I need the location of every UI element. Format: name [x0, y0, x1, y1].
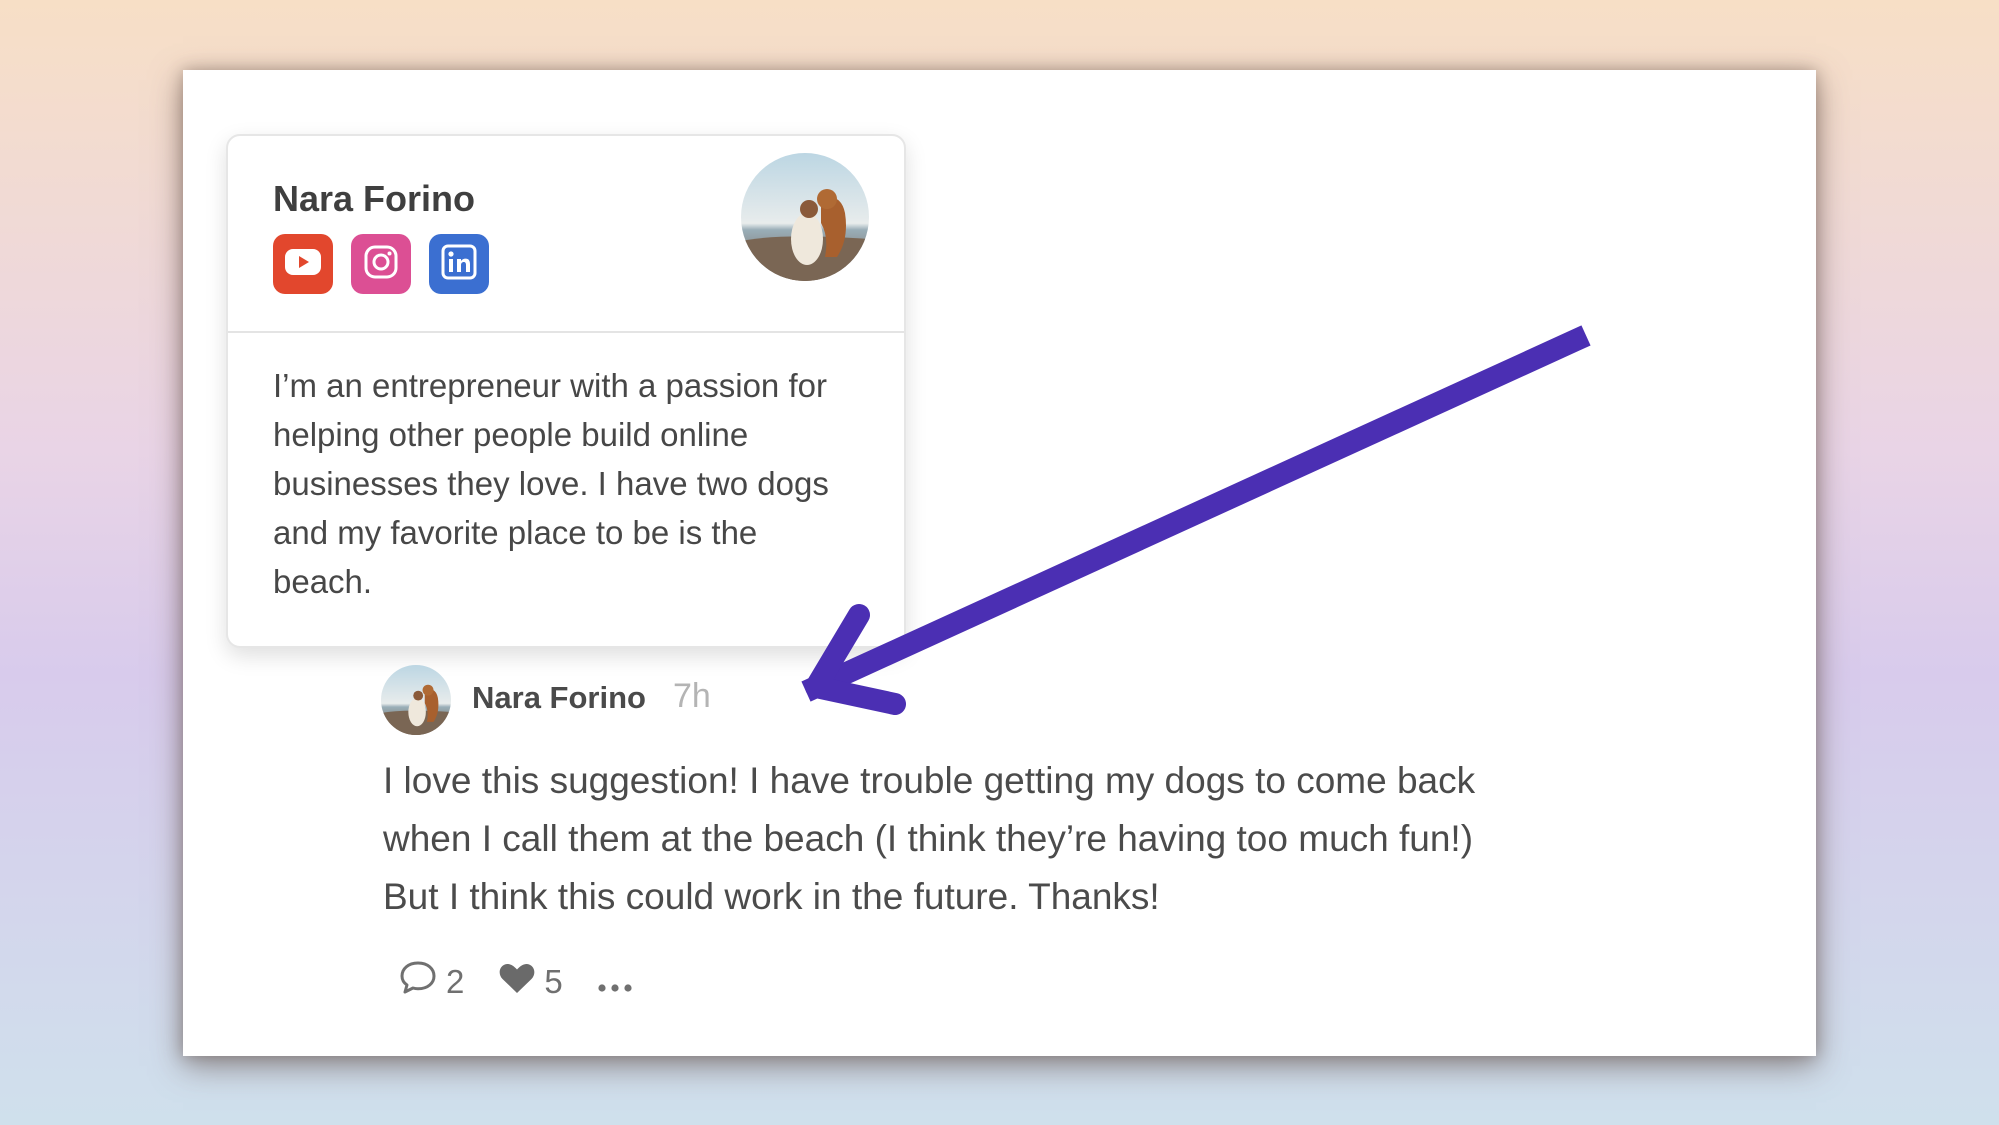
comment-line: But I think this could work in the futur… [383, 876, 1160, 917]
profile-bio: I’m an entrepreneur with a passion for h… [273, 367, 829, 600]
screenshot-card: Nara Forino I’m an entrepreneur with a p… [183, 70, 1816, 1056]
reply-button[interactable]: 2 [398, 959, 464, 1005]
comment-timestamp: 7h [673, 677, 711, 715]
comment-actions: 2 5 [398, 957, 675, 1007]
profile-hover-card: Nara Forino I’m an entrepreneur with a p… [226, 134, 906, 648]
card-divider [228, 331, 904, 333]
comment-author[interactable]: Nara Forino [472, 680, 646, 716]
linkedin-link[interactable] [429, 234, 489, 294]
like-button[interactable]: 5 [498, 961, 563, 1003]
comment-line: I love this suggestion! I have trouble g… [383, 760, 1476, 801]
profile-avatar[interactable] [741, 153, 869, 281]
heart-icon [498, 961, 544, 1003]
youtube-icon [284, 248, 322, 281]
youtube-link[interactable] [273, 234, 333, 294]
speech-bubble-icon [398, 959, 446, 1005]
comment-avatar[interactable] [381, 665, 451, 735]
comment-line: when I call them at the beach (I think t… [383, 818, 1474, 859]
more-dots-icon [597, 963, 641, 1001]
more-options-button[interactable] [597, 963, 641, 1001]
like-count: 5 [544, 963, 563, 1000]
comment-body: I love this suggestion! I have trouble g… [383, 752, 1583, 926]
instagram-icon [363, 244, 399, 285]
reply-count: 2 [446, 963, 465, 1000]
profile-name[interactable]: Nara Forino [273, 178, 475, 220]
linkedin-icon [441, 244, 477, 285]
instagram-link[interactable] [351, 234, 411, 294]
